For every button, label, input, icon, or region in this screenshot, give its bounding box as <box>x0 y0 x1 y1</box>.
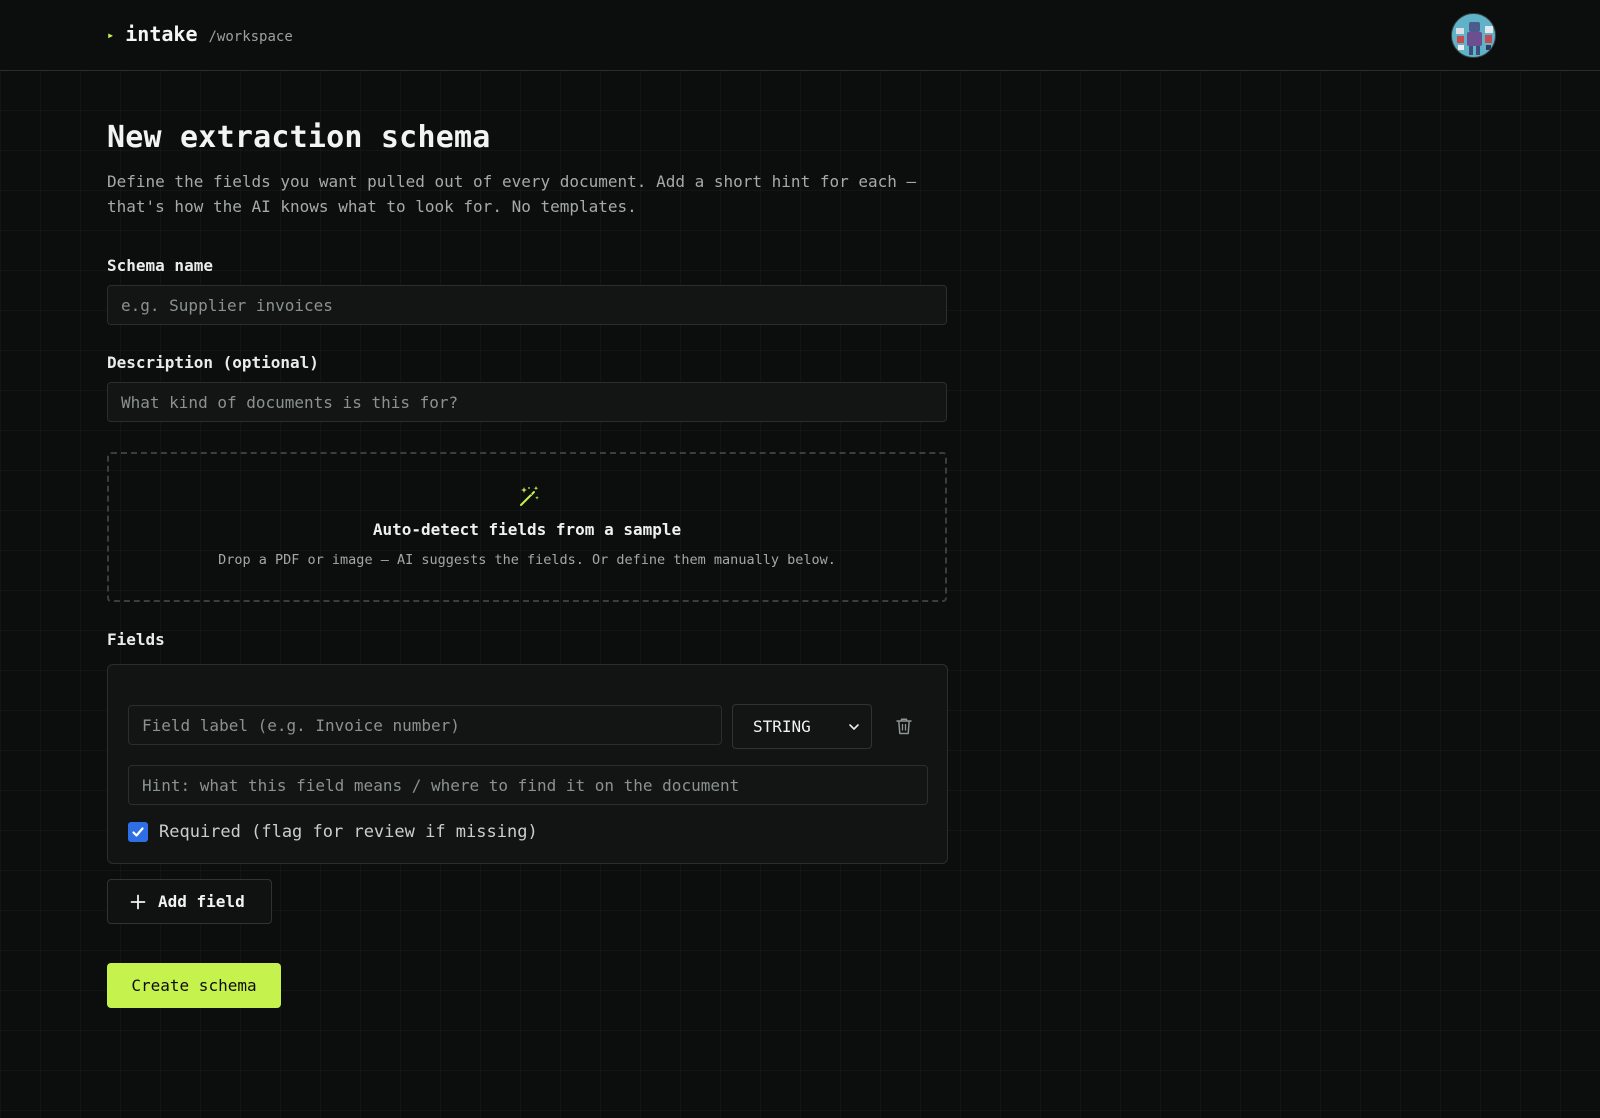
required-checkbox[interactable] <box>128 822 148 842</box>
magic-wand-icon <box>520 486 539 506</box>
trash-icon[interactable] <box>894 716 914 736</box>
schema-name-input[interactable] <box>107 285 947 325</box>
brand[interactable]: ▸ intake /workspace <box>107 22 293 46</box>
add-field-label: Add field <box>158 892 245 911</box>
description-label: Description (optional) <box>107 353 319 372</box>
description-input[interactable] <box>107 382 947 422</box>
required-label: Required (flag for review if missing) <box>159 822 538 842</box>
brand-caret-icon: ▸ <box>107 28 115 42</box>
add-field-button[interactable]: Add field <box>107 879 272 924</box>
field-card: STRING Required (flag for review if miss… <box>107 664 948 864</box>
sample-dropzone[interactable]: Auto-detect fields from a sample Drop a … <box>107 452 947 602</box>
schema-form: New extraction schema Define the fields … <box>107 120 948 1008</box>
workspace-path: /workspace <box>208 29 293 45</box>
chevron-down-icon <box>849 724 859 730</box>
page-subtitle: Define the fields you want pulled out of… <box>107 172 917 216</box>
field-label-input[interactable] <box>128 705 722 745</box>
required-toggle[interactable]: Required (flag for review if missing) <box>128 822 538 842</box>
checkmark-icon <box>132 827 144 837</box>
field-type-value: STRING <box>753 717 811 736</box>
field-hint-input[interactable] <box>128 765 928 805</box>
field-type-select[interactable]: STRING <box>732 704 872 749</box>
top-bar: ▸ intake /workspace <box>0 0 1600 71</box>
plus-icon <box>130 894 146 909</box>
dropzone-subtitle: Drop a PDF or image — AI suggests the fi… <box>218 552 836 568</box>
brand-name: intake <box>125 22 198 46</box>
schema-name-group: Schema name <box>107 256 947 325</box>
schema-name-label: Schema name <box>107 256 213 275</box>
create-schema-button[interactable]: Create schema <box>107 963 281 1008</box>
description-group: Description (optional) <box>107 353 947 422</box>
fields-section-label: Fields <box>107 630 165 649</box>
avatar-image-icon <box>1452 14 1495 57</box>
avatar[interactable] <box>1451 13 1496 58</box>
page-title: New extraction schema <box>107 120 491 155</box>
dropzone-title: Auto-detect fields from a sample <box>372 520 682 539</box>
